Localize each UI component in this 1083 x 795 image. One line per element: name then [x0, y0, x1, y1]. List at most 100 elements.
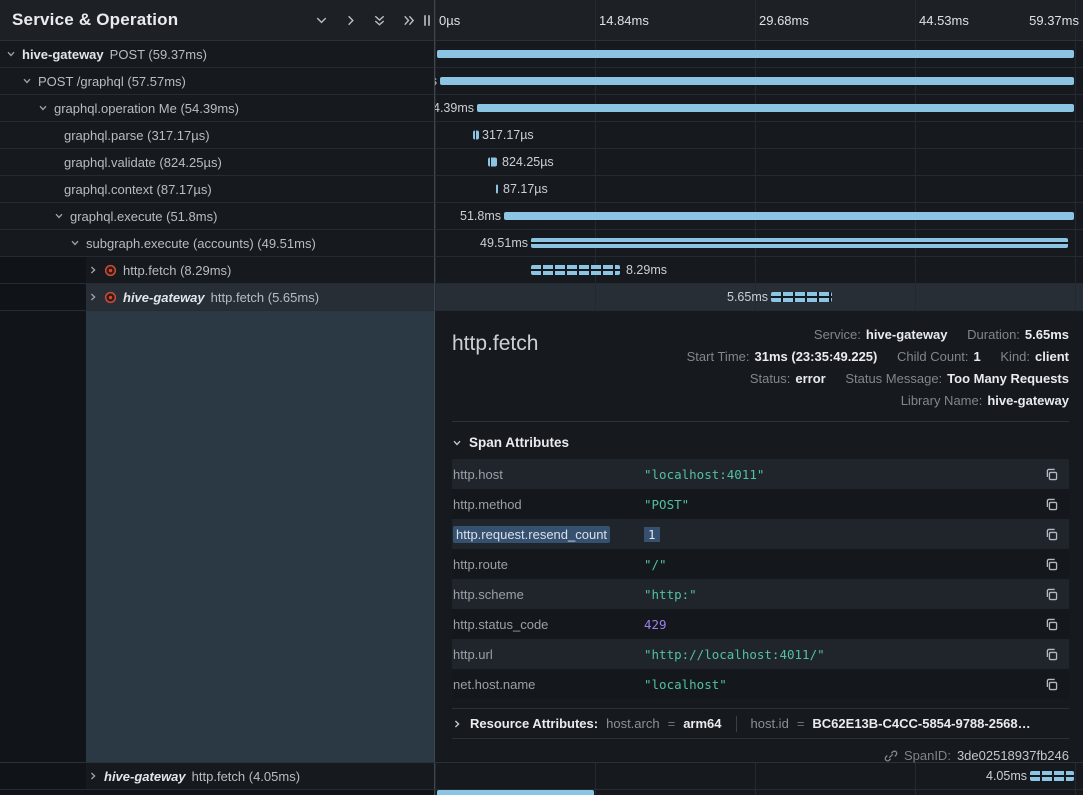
- tick-label: 59.37ms: [1029, 13, 1079, 28]
- copy-button[interactable]: [1044, 557, 1059, 572]
- copy-icon: [1044, 467, 1059, 482]
- timeline-row[interactable]: 51.8ms: [435, 203, 1083, 230]
- trace-viewer: Service & Operation 0µs 14.84ms 29.68ms …: [0, 0, 1083, 795]
- tree-row-graphql-validate[interactable]: graphql.validate (824.25µs): [0, 149, 435, 176]
- attr-row: http.route "/": [452, 549, 1069, 579]
- tree-row-graphql-execute[interactable]: graphql.execute (51.8ms): [0, 203, 435, 230]
- chevron-right-icon[interactable]: [88, 771, 98, 781]
- chevron-right-button[interactable]: [343, 13, 358, 28]
- span-attributes-table: http.host "localhost:4011" http.method "…: [452, 459, 1069, 699]
- detail-title: http.fetch: [452, 332, 538, 412]
- attr-value: "http:": [644, 587, 1034, 602]
- resource-attr-key: host.arch: [606, 716, 659, 731]
- span-attributes-header[interactable]: Span Attributes: [452, 435, 1069, 450]
- meta-line: Service:hive-gateway Duration:5.65ms: [687, 324, 1069, 346]
- span-duration-label: 51.8ms: [460, 209, 501, 223]
- tree-row-http-fetch-5[interactable]: hive-gateway http.fetch (5.65ms): [0, 284, 435, 311]
- span-service: hive-gateway: [123, 290, 205, 305]
- meta-label: Kind:: [1000, 349, 1030, 364]
- attr-row: http.scheme "http:": [452, 579, 1069, 609]
- detail-header: http.fetch Service:hive-gateway Duration…: [452, 311, 1069, 412]
- span-row: POST /graphql (57.57ms) 57.57ms: [0, 68, 1083, 95]
- span-bar: [488, 158, 497, 167]
- attr-value: "localhost": [644, 677, 1034, 692]
- equals-sign: =: [668, 716, 676, 731]
- tree-row-graphql-parse[interactable]: graphql.parse (317.17µs): [0, 122, 435, 149]
- timeline-row[interactable]: 87.17µs: [435, 176, 1083, 203]
- tree-row-http-fetch-8[interactable]: http.fetch (8.29ms): [0, 257, 435, 284]
- tree-row-graphql-operation[interactable]: graphql.operation Me (54.39ms): [0, 95, 435, 122]
- attr-value: 1: [644, 527, 1034, 542]
- copy-button[interactable]: [1044, 527, 1059, 542]
- attr-key: http.scheme: [452, 587, 644, 602]
- attr-key: http.route: [452, 557, 644, 572]
- chevron-down-icon: [452, 438, 462, 448]
- tree-row-subgraph-execute[interactable]: subgraph.execute (accounts) (49.51ms): [0, 230, 435, 257]
- timeline-row[interactable]: 5.65ms: [435, 284, 1083, 311]
- timeline-row[interactable]: 49.51ms: [435, 230, 1083, 257]
- tree-row-post-graphql[interactable]: POST /graphql (57.57ms): [0, 68, 435, 95]
- meta-line: Start Time:31ms (23:35:49.225) Child Cou…: [687, 346, 1069, 368]
- tree-row-hive-gateway-post[interactable]: hive-gateway POST (59.37ms): [0, 41, 435, 68]
- span-bar: [437, 790, 594, 795]
- chevron-right-icon[interactable]: [88, 265, 98, 275]
- tree-row-http-fetch-4[interactable]: hive-gateway http.fetch (4.05ms): [0, 763, 435, 790]
- resource-attributes-row[interactable]: Resource Attributes: host.arch = arm64 h…: [452, 708, 1069, 739]
- copy-button[interactable]: [1044, 587, 1059, 602]
- expand-all-button[interactable]: [372, 13, 387, 28]
- resource-attributes-title: Resource Attributes:: [470, 716, 598, 731]
- chevron-down-icon[interactable]: [6, 49, 16, 59]
- copy-icon: [1044, 617, 1059, 632]
- span-attributes-title: Span Attributes: [469, 435, 569, 450]
- span-label: http.fetch (8.29ms): [123, 263, 231, 278]
- copy-button[interactable]: [1044, 677, 1059, 692]
- panel-resize-handle[interactable]: [424, 15, 430, 26]
- span-bar: [531, 265, 620, 275]
- attr-value: "POST": [644, 497, 1034, 512]
- copy-icon: [1044, 497, 1059, 512]
- collapse-all-button[interactable]: [401, 13, 416, 28]
- copy-button[interactable]: [1044, 467, 1059, 482]
- meta-label: Child Count:: [897, 349, 969, 364]
- meta-value: 31ms (23:35:49.225): [755, 349, 878, 364]
- timeline-row[interactable]: 4.05ms: [435, 763, 1083, 790]
- span-service: hive-gateway: [104, 769, 186, 784]
- timeline-row[interactable]: [435, 41, 1083, 68]
- error-icon: [104, 291, 117, 304]
- attr-key: http.method: [452, 497, 644, 512]
- copy-button[interactable]: [1044, 647, 1059, 662]
- meta-value: hive-gateway: [987, 393, 1069, 408]
- span-label: graphql.validate (824.25µs): [64, 155, 222, 170]
- span-duration-label: 4.05ms: [986, 769, 1027, 783]
- span-label: subgraph.execute (accounts) (49.51ms): [86, 236, 316, 251]
- chevron-right-icon[interactable]: [88, 292, 98, 302]
- timeline-row[interactable]: 317.17µs: [435, 122, 1083, 149]
- timeline-row[interactable]: 8.29ms: [435, 257, 1083, 284]
- span-row: hive-gateway http.fetch (4.05ms) 4.05ms: [0, 763, 1083, 790]
- selected-span-indent: [86, 311, 434, 762]
- copy-button[interactable]: [1044, 617, 1059, 632]
- chevron-down-icon[interactable]: [38, 103, 48, 113]
- chevron-down-icon[interactable]: [22, 76, 32, 86]
- attr-key: http.url: [452, 647, 644, 662]
- chevron-down-button[interactable]: [314, 13, 329, 28]
- span-duration-label: 824.25µs: [502, 155, 554, 169]
- chevron-down-icon[interactable]: [70, 238, 80, 248]
- attr-value: 429: [644, 617, 1034, 632]
- resource-attr-value: BC62E13B-C4CC-5854-9788-2568…: [812, 716, 1030, 731]
- link-icon[interactable]: [884, 749, 898, 763]
- panel-toolbar: [314, 13, 416, 28]
- tree-row-graphql-context[interactable]: graphql.context (87.17µs): [0, 176, 435, 203]
- chevron-down-icon[interactable]: [54, 211, 64, 221]
- timeline-row[interactable]: 57.57ms: [435, 68, 1083, 95]
- meta-value: hive-gateway: [866, 327, 948, 342]
- span-duration-label: 57.57ms: [435, 74, 437, 88]
- meta-label: Status:: [750, 371, 790, 386]
- meta-line: Status:error Status Message:Too Many Req…: [687, 368, 1069, 390]
- meta-value: error: [795, 371, 825, 386]
- span-bar: [504, 212, 1074, 220]
- timeline-row[interactable]: 824.25µs: [435, 149, 1083, 176]
- copy-icon: [1044, 647, 1059, 662]
- copy-button[interactable]: [1044, 497, 1059, 512]
- timeline-row[interactable]: 54.39ms: [435, 95, 1083, 122]
